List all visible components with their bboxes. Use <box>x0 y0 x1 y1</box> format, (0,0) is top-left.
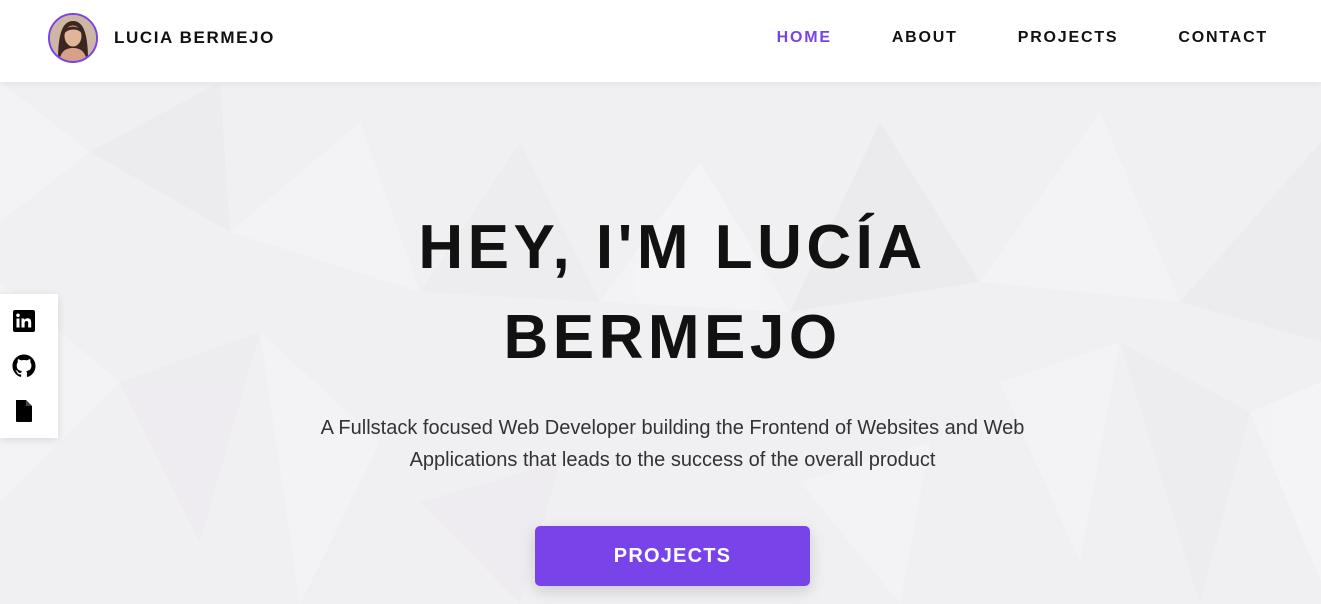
linkedin-link[interactable] <box>12 309 36 333</box>
hero-title-line-2: BERMEJO <box>503 303 842 372</box>
main-nav: HOME ABOUT PROJECTS CONTACT <box>717 0 1268 76</box>
nav-item-projects[interactable]: PROJECTS <box>1018 29 1119 47</box>
site-header: LUCIA BERMEJO HOME ABOUT PROJECTS CONTAC… <box>0 0 1321 82</box>
brand-name: LUCIA BERMEJO <box>114 28 275 47</box>
avatar <box>48 13 98 63</box>
hero-title-line-1: HEY, I'M LUCÍA <box>418 213 927 282</box>
github-icon <box>12 354 36 377</box>
hero-section: HEY, I'M LUCÍA BERMEJO A Fullstack focus… <box>0 82 1321 604</box>
projects-button[interactable]: PROJECTS <box>535 526 810 586</box>
github-link[interactable] <box>12 354 36 378</box>
resume-link[interactable] <box>12 399 36 423</box>
hero-title: HEY, I'M LUCÍA BERMEJO <box>290 203 1055 383</box>
linkedin-icon <box>13 310 35 332</box>
nav-item-about[interactable]: ABOUT <box>892 29 958 47</box>
hero-content: HEY, I'M LUCÍA BERMEJO A Fullstack focus… <box>0 82 1321 604</box>
nav-item-home[interactable]: HOME <box>777 29 832 47</box>
brand-link[interactable]: LUCIA BERMEJO <box>48 13 275 63</box>
social-sidebar <box>0 294 58 438</box>
hero-subtitle: A Fullstack focused Web Developer buildi… <box>320 417 1025 471</box>
nav-item-contact[interactable]: CONTACT <box>1178 29 1268 47</box>
file-icon <box>16 400 32 422</box>
